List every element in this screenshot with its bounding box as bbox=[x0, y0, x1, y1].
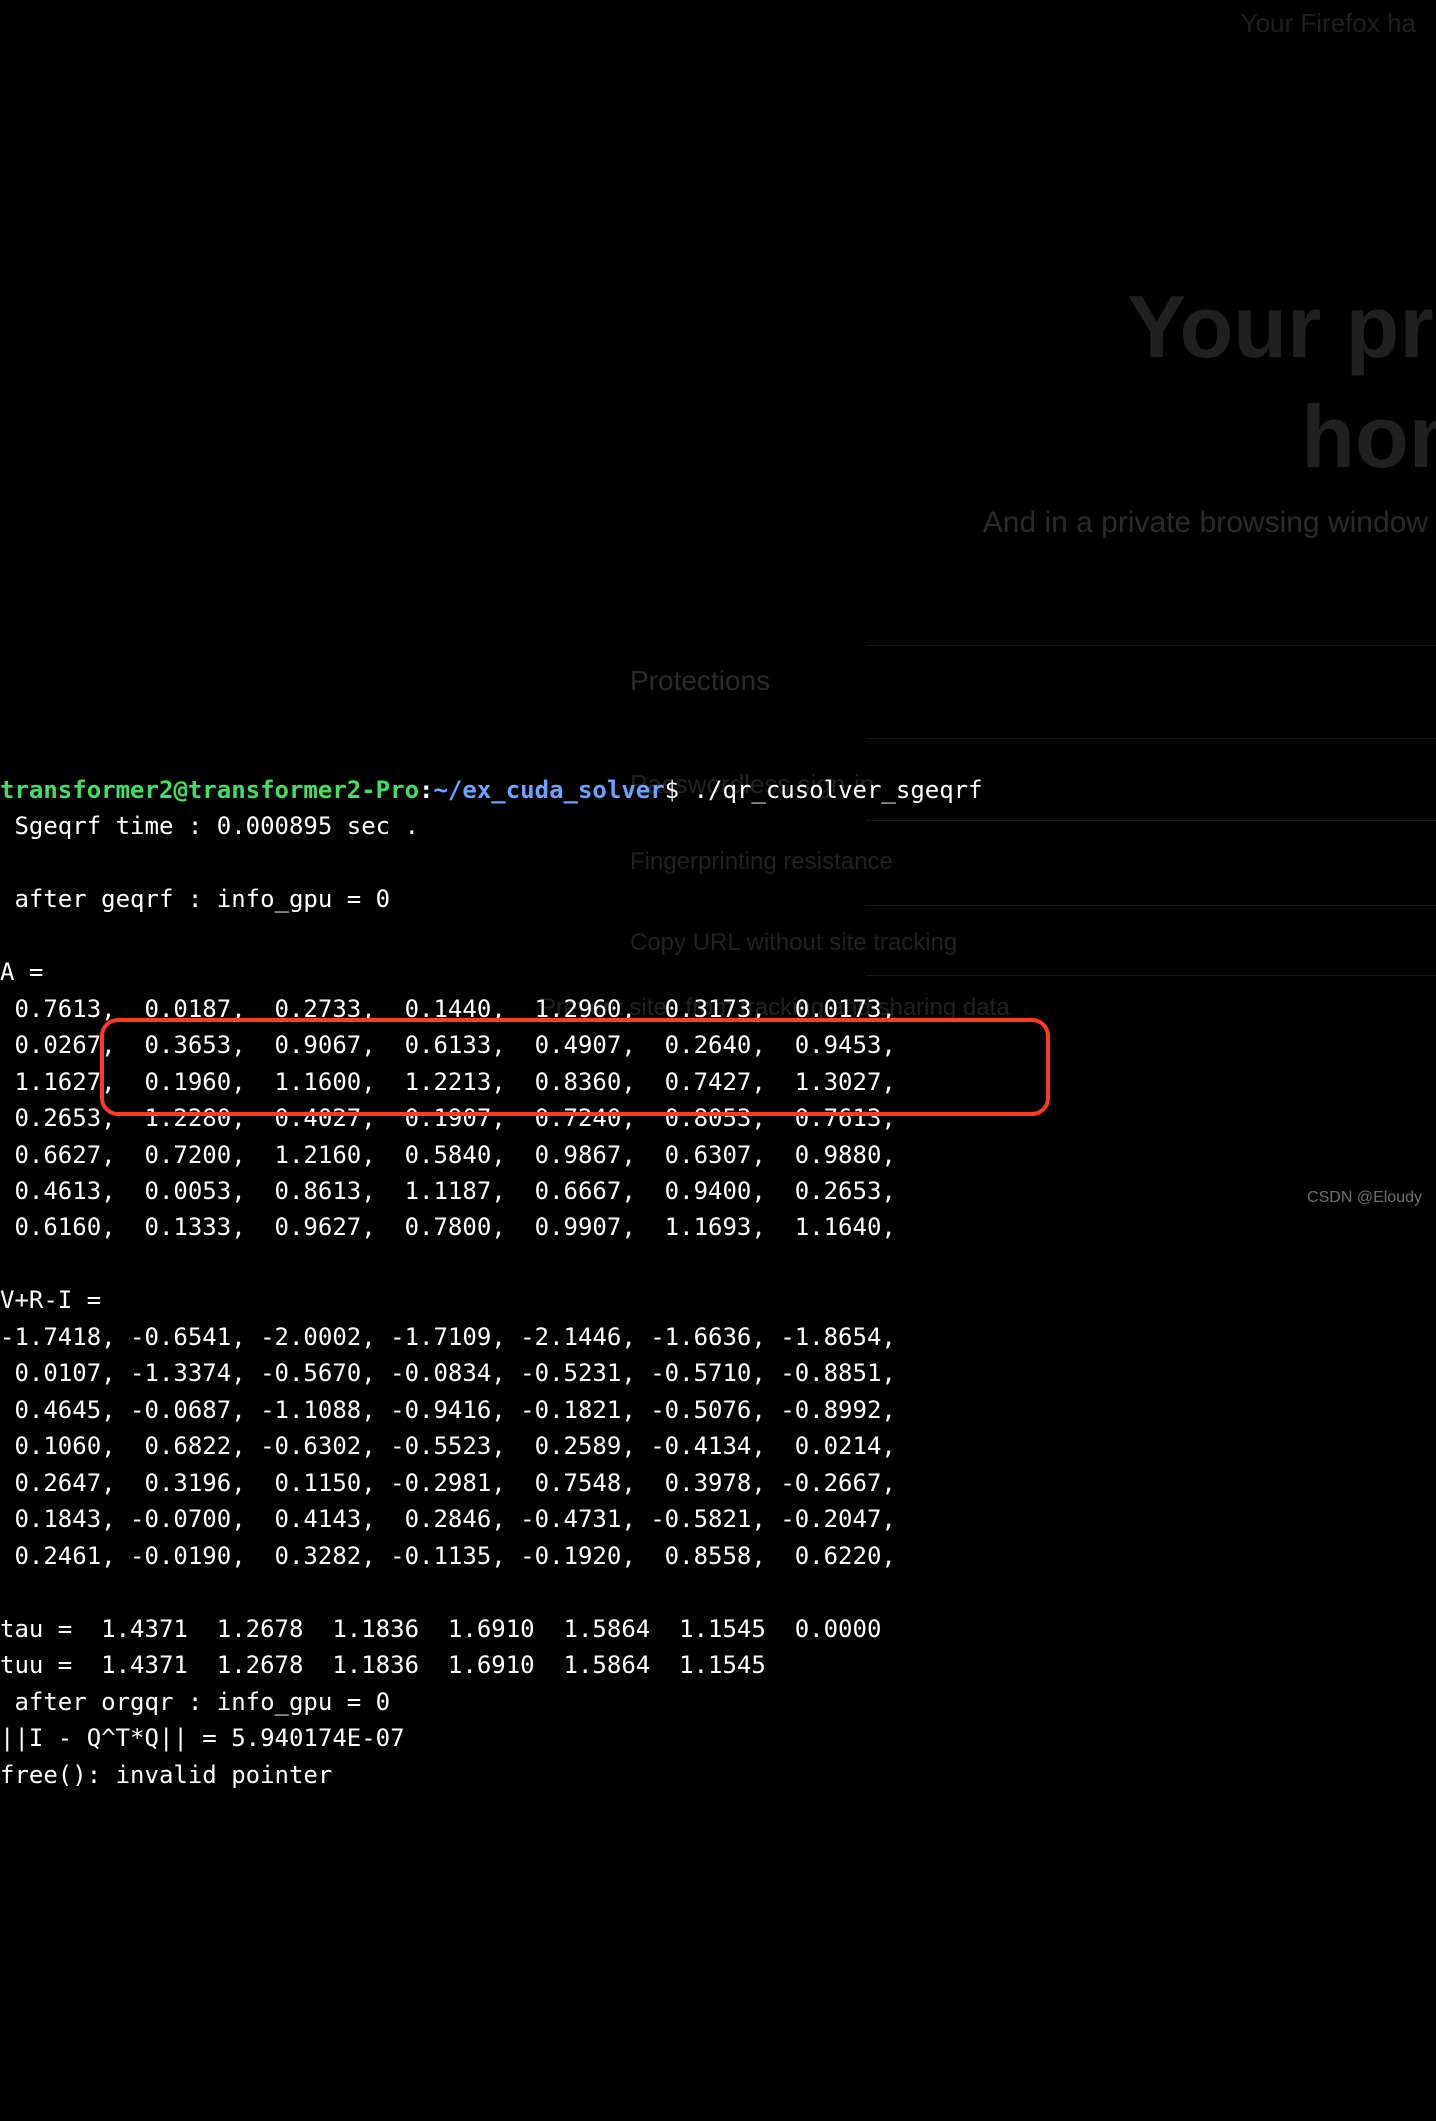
matrix-a-row: 0.2653, 1.2280, 0.4027, 0.1907, 0.7240, … bbox=[0, 1104, 896, 1132]
time-line: Sgeqrf time : 0.000895 sec . bbox=[0, 812, 419, 840]
matrix-a-row: 1.1627, 0.1960, 1.1600, 1.2213, 0.8360, … bbox=[0, 1068, 896, 1096]
ghost-firefox-banner: Your Firefox ha bbox=[1241, 4, 1416, 44]
matrix-a-row: 0.6627, 0.7200, 1.2160, 0.5840, 0.9867, … bbox=[0, 1141, 896, 1169]
tau-line: tau = 1.4371 1.2678 1.1836 1.6910 1.5864… bbox=[0, 1615, 881, 1643]
prompt-separator: : bbox=[419, 776, 433, 804]
matrix-vri-row: 0.4645, -0.0687, -1.1088, -0.9416, -0.18… bbox=[0, 1396, 896, 1424]
matrix-vri-row: 0.0107, -1.3374, -0.5670, -0.0834, -0.52… bbox=[0, 1359, 896, 1387]
command-text: ./qr_cusolver_sgeqrf bbox=[679, 776, 982, 804]
matrix-vri-row: -1.7418, -0.6541, -2.0002, -1.7109, -2.1… bbox=[0, 1323, 896, 1351]
after-orgqr-line: after orgqr : info_gpu = 0 bbox=[0, 1688, 390, 1716]
matrix-vri-row: 0.1060, 0.6822, -0.6302, -0.5523, 0.2589… bbox=[0, 1432, 896, 1460]
prompt-line: transformer2@transformer2-Pro:~/ex_cuda_… bbox=[0, 776, 983, 804]
ghost-home: home bbox=[1301, 370, 1436, 504]
prompt-user-host: transformer2@transformer2-Pro bbox=[0, 776, 419, 804]
matrix-vri-row: 0.1843, -0.0700, 0.4143, 0.2846, -0.4731… bbox=[0, 1505, 896, 1533]
matrix-vri-row: 0.2461, -0.0190, 0.3282, -0.1135, -0.192… bbox=[0, 1542, 896, 1570]
free-error-line: free(): invalid pointer bbox=[0, 1761, 332, 1789]
matrix-vri-row: 0.2647, 0.3196, 0.1150, -0.2981, 0.7548,… bbox=[0, 1469, 896, 1497]
terminal-output: transformer2@transformer2-Pro:~/ex_cuda_… bbox=[0, 729, 1436, 1793]
matrix-a-row: 0.0267, 0.3653, 0.9067, 0.6133, 0.4907, … bbox=[0, 1031, 896, 1059]
prompt-dollar: $ bbox=[665, 776, 679, 804]
ghost-protections: Protections bbox=[630, 660, 770, 703]
matrix-a-row: 0.4613, 0.0053, 0.8613, 1.1187, 0.6667, … bbox=[0, 1177, 896, 1205]
matrix-a-header: A = bbox=[0, 958, 43, 986]
ghost-private-window: And in a private browsing window bbox=[983, 500, 1428, 546]
ghost-divider bbox=[866, 645, 1436, 646]
norm-line: ||I - Q^T*Q|| = 5.940174E-07 bbox=[0, 1724, 405, 1752]
watermark-text: CSDN @Eloudy bbox=[1307, 1186, 1422, 1210]
matrix-a-row: 0.7613, 0.0187, 0.2733, 0.1440, 1.2960, … bbox=[0, 995, 896, 1023]
prompt-path: ~/ex_cuda_solver bbox=[433, 776, 664, 804]
ghost-your-privacy: Your priva bbox=[1127, 260, 1436, 394]
matrix-vri-header: V+R-I = bbox=[0, 1286, 101, 1314]
tuu-line: tuu = 1.4371 1.2678 1.1836 1.6910 1.5864… bbox=[0, 1651, 766, 1679]
after-geqrf-line: after geqrf : info_gpu = 0 bbox=[0, 885, 390, 913]
